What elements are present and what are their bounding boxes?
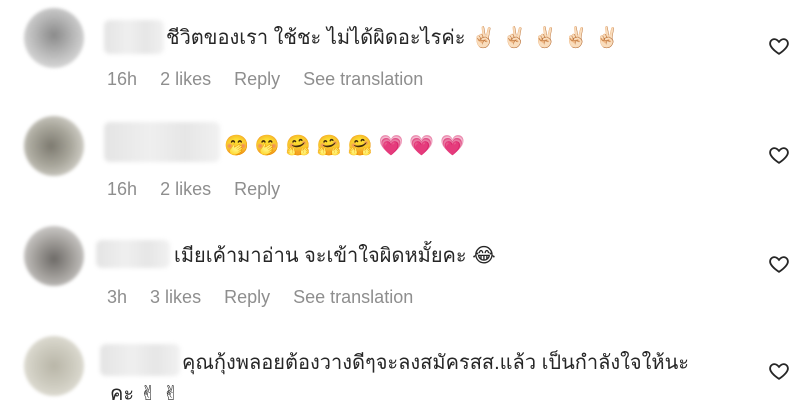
username-blurred[interactable] bbox=[96, 240, 170, 268]
avatar[interactable] bbox=[24, 116, 84, 176]
timestamp: 16h bbox=[107, 69, 138, 89]
username-blurred[interactable] bbox=[104, 122, 220, 162]
comment-emoji: 😂 bbox=[472, 243, 502, 267]
comment-text: เมียเค้ามาอ่าน จะเข้าใจผิดหมั้ยคะ 😂 bbox=[174, 242, 502, 269]
comment-emoji: 🤭🤭🤗🤗🤗💗💗💗 bbox=[224, 133, 472, 157]
reply-button[interactable]: Reply bbox=[234, 179, 280, 199]
comment-meta: 3h 3 likes Reply See translation bbox=[107, 287, 431, 308]
comment-body-continued: คะ bbox=[110, 383, 135, 405]
comment-emoji: ✌✌ bbox=[139, 381, 186, 405]
likes-count[interactable]: 2 likes bbox=[160, 179, 211, 199]
heart-icon[interactable] bbox=[768, 253, 790, 275]
avatar[interactable] bbox=[24, 336, 84, 396]
username-blurred[interactable] bbox=[104, 20, 164, 54]
likes-count[interactable]: 2 likes bbox=[160, 69, 211, 89]
heart-icon[interactable] bbox=[768, 35, 790, 57]
timestamp: 16h bbox=[107, 179, 138, 199]
reply-button[interactable]: Reply bbox=[234, 69, 280, 89]
comment-text-line-2: คะ ✌✌ bbox=[110, 380, 185, 407]
see-translation-link[interactable]: See translation bbox=[303, 69, 423, 89]
see-translation-link[interactable]: See translation bbox=[293, 287, 413, 307]
likes-count[interactable]: 3 likes bbox=[150, 287, 201, 307]
comment-text: คุณกุ้งพลอยต้องวางดีๆจะลงสมัครสส.แล้ว เป… bbox=[182, 350, 742, 376]
timestamp: 3h bbox=[107, 287, 128, 307]
comment-meta: 16h 2 likes Reply bbox=[107, 179, 316, 200]
comment-text: ชีวิตของเรา ใช้ชะ ไม่ได้ผิดอะไรค่ะ ✌🏻✌🏻✌… bbox=[166, 24, 626, 51]
comment-meta: 16h 2 likes Reply See translation bbox=[107, 69, 441, 90]
comment-emoji: ✌🏻✌🏻✌🏻✌🏻✌🏻 bbox=[471, 25, 626, 49]
comment-body: เมียเค้ามาอ่าน จะเข้าใจผิดหมั้ยคะ bbox=[174, 245, 467, 267]
avatar[interactable] bbox=[24, 8, 84, 68]
reply-button[interactable]: Reply bbox=[224, 287, 270, 307]
heart-icon[interactable] bbox=[768, 144, 790, 166]
comment-body: ชีวิตของเรา ใช้ชะ ไม่ได้ผิดอะไรค่ะ bbox=[166, 27, 466, 49]
username-blurred[interactable] bbox=[100, 344, 180, 376]
comment-text: 🤭🤭🤗🤗🤗💗💗💗 bbox=[224, 132, 471, 159]
heart-icon[interactable] bbox=[768, 360, 790, 382]
avatar[interactable] bbox=[24, 226, 84, 286]
comment-body: คุณกุ้งพลอยต้องวางดีๆจะลงสมัครสส.แล้ว เป… bbox=[182, 352, 690, 374]
